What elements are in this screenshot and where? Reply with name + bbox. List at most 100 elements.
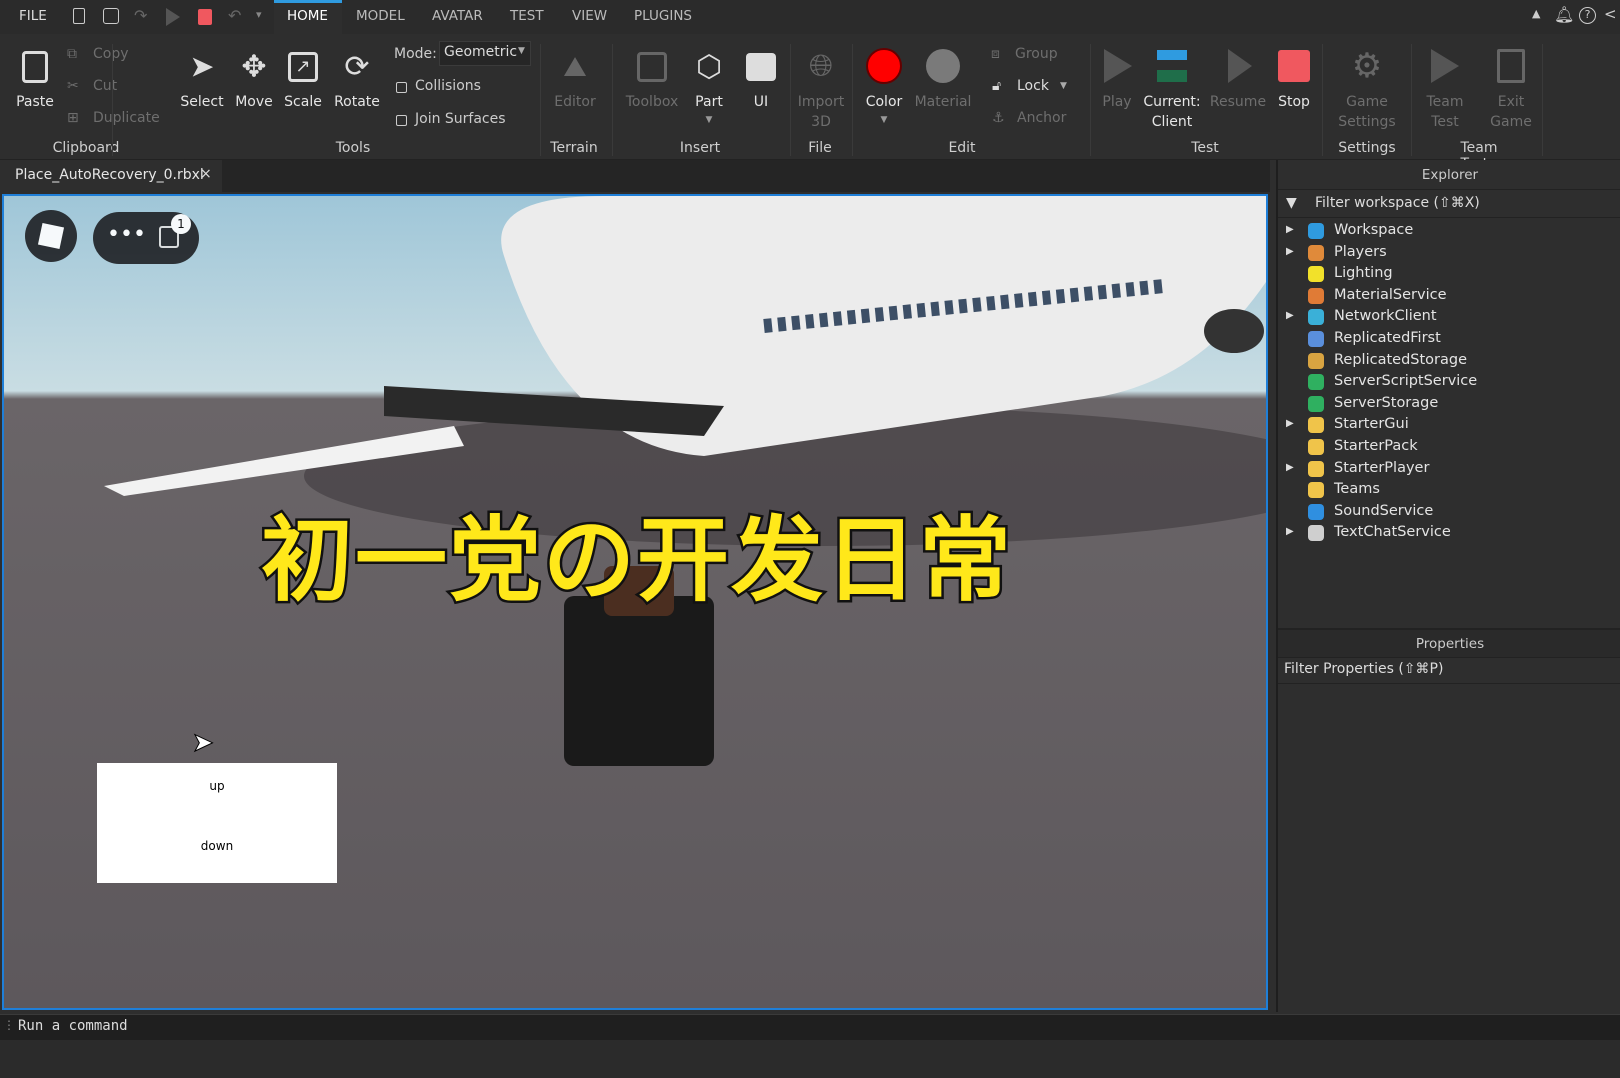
expand-arrow-icon[interactable]: ▶: [1286, 310, 1294, 321]
notifications-icon[interactable]: 🔔︎: [1554, 5, 1574, 24]
rotate-button[interactable]: Rotate: [334, 92, 380, 112]
group-button[interactable]: Group: [1015, 46, 1058, 62]
scale-button[interactable]: Scale: [284, 92, 322, 112]
tree-item-label: StarterPlayer: [1334, 459, 1430, 476]
tree-item-replicatedstorage[interactable]: ReplicatedStorage: [1278, 351, 1620, 372]
collapse-ribbon-icon[interactable]: ▲: [1532, 7, 1540, 20]
material-button[interactable]: Material: [915, 92, 972, 112]
command-input[interactable]: Run a command: [18, 1018, 128, 1034]
undo-icon[interactable]: ↶: [228, 6, 241, 25]
stop-button[interactable]: Stop: [1278, 92, 1310, 112]
command-bar[interactable]: ⋮ Run a command: [0, 1014, 1620, 1040]
up-button[interactable]: up: [97, 779, 337, 793]
mode-dropdown[interactable]: Geometric ▼: [439, 41, 531, 66]
game-settings-label: Settings: [1338, 114, 1396, 130]
expand-arrow-icon[interactable]: ▶: [1286, 246, 1294, 257]
game-settings-button[interactable]: Game: [1346, 92, 1388, 112]
tab-view[interactable]: VIEW: [572, 8, 607, 24]
drag-handle-icon[interactable]: ⋮: [3, 1018, 15, 1032]
expand-arrow-icon[interactable]: ▶: [1286, 462, 1294, 473]
stop-icon[interactable]: [198, 9, 212, 25]
tree-item-textchatservice[interactable]: ▶ TextChatService: [1278, 523, 1620, 544]
move-button[interactable]: Move: [235, 92, 273, 112]
paste-button[interactable]: Paste: [16, 92, 54, 112]
new-file-icon[interactable]: [73, 8, 85, 24]
tree-item-materialservice[interactable]: MaterialService: [1278, 286, 1620, 307]
divider: [1411, 44, 1412, 156]
divider: [1090, 44, 1091, 156]
tab-test[interactable]: TEST: [510, 8, 544, 24]
team-test-button[interactable]: Team: [1426, 92, 1463, 112]
players-icon: [1308, 244, 1324, 261]
paste-icon[interactable]: [22, 51, 48, 83]
exit-game-button[interactable]: Exit: [1498, 92, 1525, 112]
tree-item-label: StarterGui: [1334, 416, 1409, 433]
tree-item-replicatedfirst[interactable]: ReplicatedFirst: [1278, 329, 1620, 350]
tab-avatar[interactable]: AVATAR: [432, 8, 483, 24]
share-icon[interactable]: <: [1604, 5, 1617, 23]
expand-arrow-icon[interactable]: ▶: [1286, 418, 1294, 429]
resume-button[interactable]: Resume: [1210, 92, 1266, 112]
part-button[interactable]: Part: [695, 92, 723, 112]
toolbox-button[interactable]: Toolbox: [626, 92, 679, 112]
publish-icon[interactable]: [103, 8, 119, 24]
tree-item-starterpack[interactable]: StarterPack: [1278, 437, 1620, 458]
expand-arrow-icon[interactable]: ▶: [1286, 224, 1294, 235]
current-client-button[interactable]: Current:: [1143, 92, 1200, 112]
3d-viewport[interactable]: ••• 1 初一党の开发日常 ➤ up down: [2, 194, 1268, 1010]
customize-icon[interactable]: ▾: [256, 8, 262, 21]
part-dropdown-icon[interactable]: ▼: [706, 110, 713, 130]
collisions-checkbox[interactable]: [396, 82, 407, 93]
tree-item-serverscriptservice[interactable]: ServerScriptService: [1278, 372, 1620, 393]
tree-item-label: SoundService: [1334, 502, 1434, 519]
tab-model[interactable]: MODEL: [356, 8, 405, 24]
document-tab[interactable]: Place_AutoRecovery_0.rbxl ×: [0, 160, 222, 192]
edit-group-label: Edit: [948, 140, 976, 156]
stop-icon: [1278, 50, 1310, 82]
join-surfaces-checkbox[interactable]: [396, 115, 407, 126]
roblox-menu-button[interactable]: [25, 210, 77, 262]
divider: [612, 44, 613, 156]
tree-item-starterplayer[interactable]: ▶ StarterPlayer: [1278, 459, 1620, 480]
file-menu[interactable]: FILE: [19, 8, 47, 24]
copy-button[interactable]: Copy: [93, 46, 129, 62]
play-button[interactable]: Play: [1102, 92, 1131, 112]
properties-filter-input[interactable]: Filter Properties (⇧⌘P): [1278, 658, 1620, 684]
serverscriptservice-icon: [1308, 374, 1324, 391]
close-tab-icon[interactable]: ×: [200, 166, 212, 182]
tab-plugins[interactable]: PLUGINS: [634, 8, 692, 24]
anchor-icon: ⚓: [992, 110, 1005, 126]
help-icon[interactable]: ?: [1579, 7, 1596, 24]
expand-arrow-icon[interactable]: ▶: [1286, 526, 1294, 537]
tree-item-players[interactable]: ▶ Players: [1278, 243, 1620, 264]
duplicate-button[interactable]: Duplicate: [93, 110, 160, 126]
anchor-button[interactable]: Anchor: [1017, 110, 1066, 126]
tree-item-lighting[interactable]: Lighting: [1278, 264, 1620, 285]
explorer-title: Explorer: [1278, 160, 1620, 190]
down-button[interactable]: down: [97, 839, 337, 853]
redo-icon[interactable]: ↷: [134, 6, 147, 25]
tree-item-soundservice[interactable]: SoundService: [1278, 502, 1620, 523]
cut-button[interactable]: Cut: [93, 78, 117, 94]
select-button[interactable]: Select: [180, 92, 223, 112]
more-menu-pill[interactable]: ••• 1: [93, 212, 199, 264]
color-dropdown-icon[interactable]: ▼: [881, 110, 888, 130]
tree-item-networkclient[interactable]: ▶ NetworkClient: [1278, 307, 1620, 328]
more-options-icon[interactable]: •••: [107, 222, 146, 247]
ui-button[interactable]: UI: [754, 92, 768, 112]
tree-item-label: TextChatService: [1334, 524, 1451, 541]
lock-button[interactable]: Lock: [1017, 78, 1049, 94]
tree-item-label: StarterPack: [1334, 438, 1418, 454]
collisions-label: Collisions: [415, 78, 481, 94]
lock-dropdown-icon[interactable]: ▼: [1060, 81, 1067, 91]
tree-item-workspace[interactable]: ▶ Workspace: [1278, 221, 1620, 242]
tree-item-teams[interactable]: Teams: [1278, 480, 1620, 501]
tab-home[interactable]: HOME: [274, 0, 342, 34]
tree-item-startergui[interactable]: ▶ StarterGui: [1278, 415, 1620, 436]
color-button[interactable]: Color: [866, 92, 903, 112]
play-icon[interactable]: [166, 8, 180, 26]
import-3d-button[interactable]: Import: [798, 92, 844, 112]
terrain-editor-button[interactable]: Editor: [554, 92, 595, 112]
explorer-filter-input[interactable]: ▼ Filter workspace (⇧⌘X): [1278, 192, 1620, 218]
tree-item-serverstorage[interactable]: ServerStorage: [1278, 394, 1620, 415]
